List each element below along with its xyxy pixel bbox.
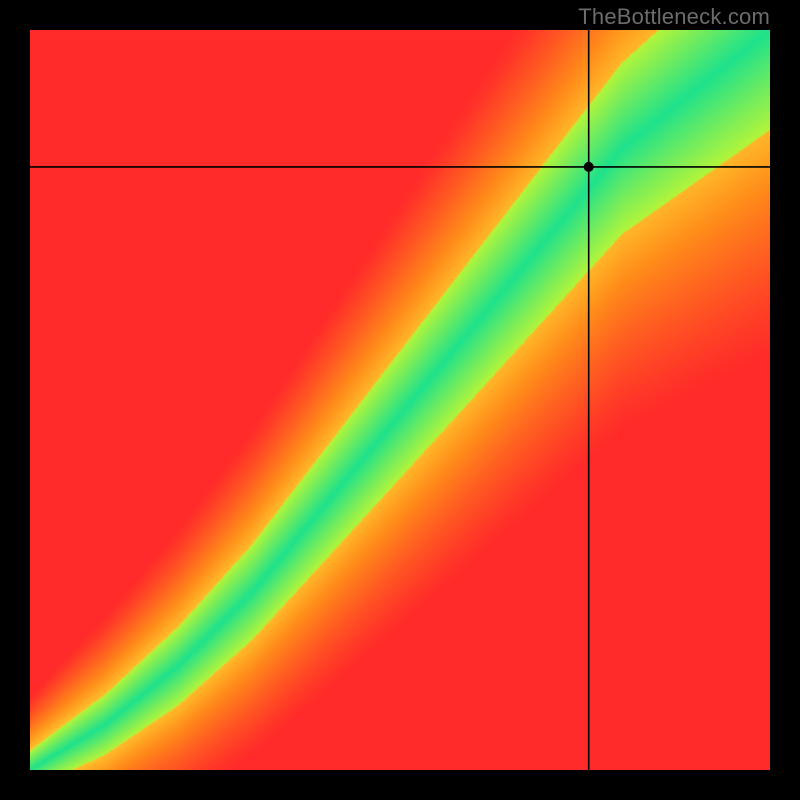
heatmap-canvas xyxy=(30,30,770,770)
watermark-text: TheBottleneck.com xyxy=(578,4,770,30)
